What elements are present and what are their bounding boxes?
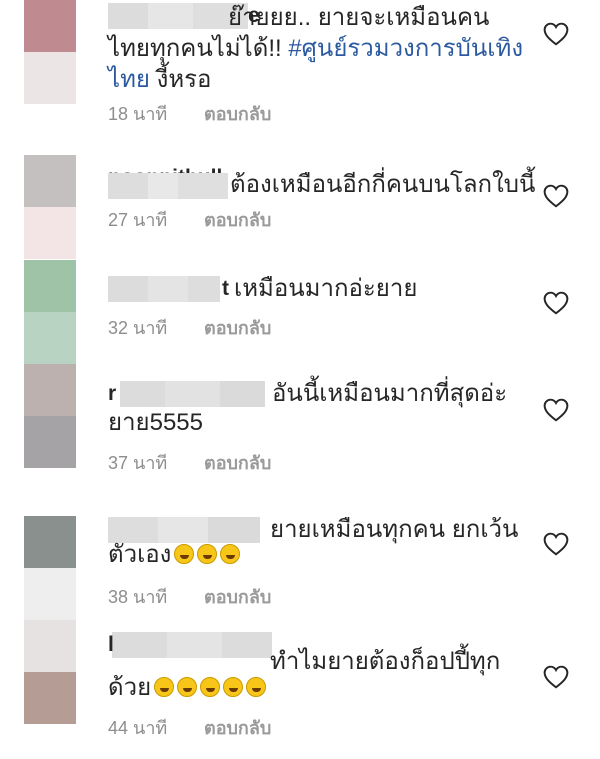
avatar[interactable] [24, 516, 76, 620]
comment-meta: 44 นาที ตอบกลับ [108, 713, 271, 742]
heart-outline-icon[interactable] [543, 398, 569, 422]
comment-text: เหมือนมากอ่ะยาย [234, 275, 418, 302]
comment-text: อันนี้เหมือนมากที่สุดอ่ะ [272, 380, 508, 407]
timestamp: 38 นาที [108, 587, 168, 607]
heart-outline-icon[interactable] [543, 22, 569, 46]
avatar[interactable] [24, 155, 76, 259]
comment-text: ย๊ายยย.. ยายจะเหมือนคน [228, 4, 490, 31]
reply-button[interactable]: ตอบกลับ [204, 104, 271, 124]
timestamp: 37 นาที [108, 453, 168, 473]
comment-meta: 37 นาที ตอบกลับ [108, 448, 271, 477]
rolling-on-floor-laughing-emoji [200, 677, 221, 697]
username-blurred[interactable]: t [108, 276, 229, 304]
hashtag-link[interactable]: #ศูนย์รวมวงการบันเทิง [288, 35, 523, 62]
heart-outline-icon[interactable] [543, 291, 569, 315]
comment-text: ต้องเหมือนอีกกี่คนบนโลกใบนี้ [230, 171, 536, 198]
heart-outline-icon[interactable] [543, 532, 569, 556]
reply-button[interactable]: ตอบกลับ [204, 210, 271, 230]
avatar[interactable] [24, 364, 76, 468]
username-tail: l [108, 633, 114, 656]
timestamp: 18 นาที [108, 104, 168, 124]
comment-text: ยาย5555 [108, 409, 203, 436]
heart-outline-icon[interactable] [543, 665, 569, 689]
comment-text: ยายเหมือนทุกคน ยกเว้น [270, 516, 519, 543]
rolling-on-floor-laughing-emoji [220, 544, 241, 564]
username-tail: r [108, 382, 117, 405]
comment-meta: 18 นาที ตอบกลับ [108, 99, 271, 128]
comment-meta: 38 นาที ตอบกลับ [108, 582, 271, 611]
comment-text: ตัวเอง [108, 539, 241, 571]
username-blurred[interactable]: r [108, 381, 265, 409]
username-blurred[interactable]: e [108, 3, 260, 31]
reply-button[interactable]: ตอบกลับ [204, 718, 271, 738]
heart-outline-icon[interactable] [543, 184, 569, 208]
reply-button[interactable]: ตอบกลับ [204, 453, 271, 473]
timestamp: 32 นาที [108, 318, 168, 338]
comment-meta: 32 นาที ตอบกลับ [108, 313, 271, 342]
avatar[interactable] [24, 620, 76, 724]
rolling-on-floor-laughing-emoji [154, 677, 175, 697]
rolling-on-floor-laughing-emoji [246, 677, 267, 697]
comment-meta: 27 นาที ตอบกลับ [108, 205, 271, 234]
rolling-on-floor-laughing-emoji [177, 677, 198, 697]
timestamp: 44 นาที [108, 718, 168, 738]
reply-button[interactable]: ตอบกลับ [204, 587, 271, 607]
rolling-on-floor-laughing-emoji [197, 544, 218, 564]
hashtag-link[interactable]: ไทย [108, 66, 150, 93]
comment-text: ทำไมยายต้องก็อปปี้ทุก [270, 648, 501, 675]
comment-text: ด้วย [108, 672, 267, 704]
username-blurred[interactable]: l [108, 632, 272, 660]
rolling-on-floor-laughing-emoji [223, 677, 244, 697]
avatar[interactable] [24, 260, 76, 364]
avatar[interactable] [24, 0, 76, 104]
username-tail: t [222, 277, 229, 300]
rolling-on-floor-laughing-emoji [174, 544, 195, 564]
comment-text: ไทย งี้หรอ [108, 66, 212, 93]
username-mosaic [108, 173, 228, 201]
reply-button[interactable]: ตอบกลับ [204, 318, 271, 338]
timestamp: 27 นาที [108, 210, 168, 230]
comment-text: ไทยทุกคนไม่ได้!! #ศูนย์รวมวงการบันเทิง [108, 35, 524, 62]
